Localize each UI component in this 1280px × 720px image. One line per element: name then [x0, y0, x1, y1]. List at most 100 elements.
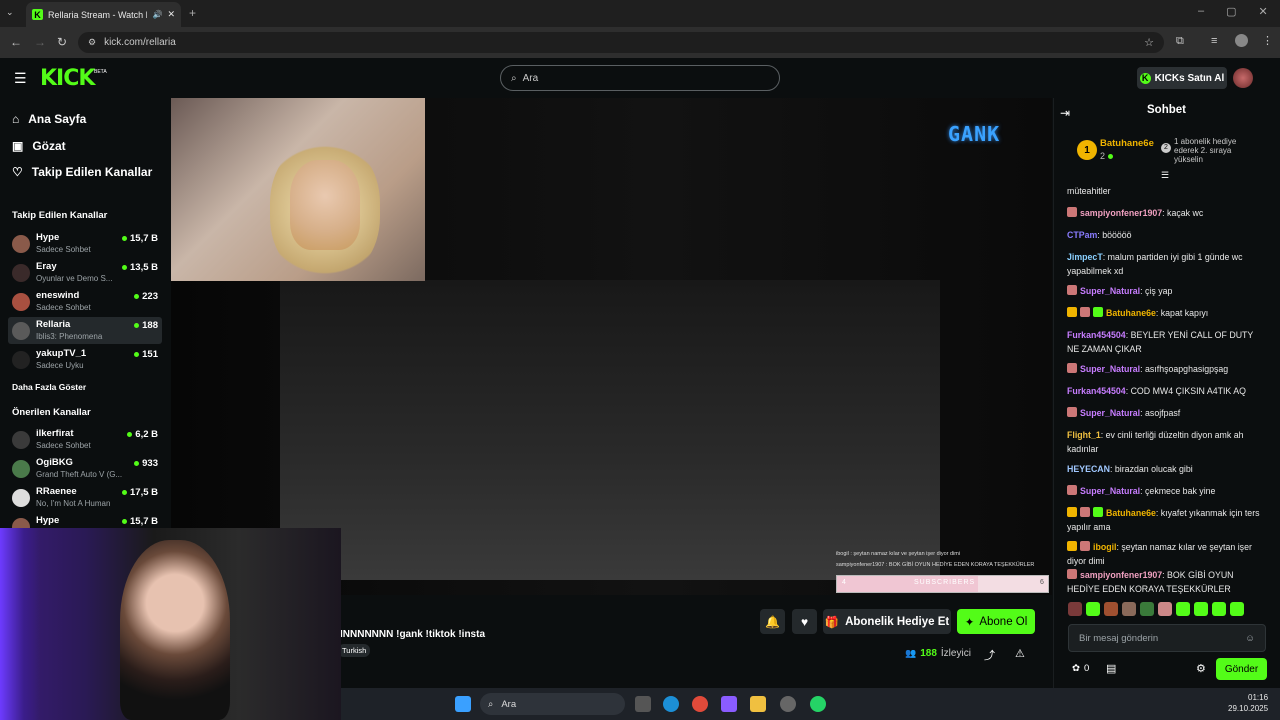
- edge-icon[interactable]: [663, 696, 679, 712]
- tab-close-icon[interactable]: ✕: [167, 9, 175, 20]
- user-badge-icon: [1093, 307, 1103, 317]
- gift-subscription-button[interactable]: 🎁 Abonelik Hediye Et: [823, 609, 951, 634]
- obs-icon[interactable]: [780, 696, 796, 712]
- viewer-count: 151: [142, 349, 158, 360]
- report-icon[interactable]: ⚠: [1015, 647, 1025, 660]
- maximize-icon[interactable]: ▢: [1226, 5, 1236, 18]
- emote-icon[interactable]: [1176, 602, 1190, 616]
- chat-username[interactable]: Super_Natural: [1080, 486, 1140, 496]
- emote-icon[interactable]: [1140, 602, 1154, 616]
- emote-icon[interactable]: [1212, 602, 1226, 616]
- user-avatar[interactable]: [1233, 68, 1253, 88]
- buy-kicks-button[interactable]: K KICKs Satın Al: [1137, 67, 1227, 89]
- kicks-balance[interactable]: ✿ 0: [1072, 663, 1089, 674]
- viewer-count: 933: [142, 458, 158, 469]
- channel-row[interactable]: Eray Oyunlar ve Demo S... 13,5 B: [8, 259, 162, 286]
- subscribe-button[interactable]: ✦ Abone Ol: [957, 609, 1035, 634]
- notification-bell-button[interactable]: 🔔: [760, 609, 785, 634]
- kick-favicon-icon: K: [32, 9, 43, 20]
- site-info-icon[interactable]: ⚙: [88, 37, 96, 48]
- chrome-icon[interactable]: [692, 696, 708, 712]
- profile-avatar[interactable]: [1235, 34, 1248, 47]
- nav-browse[interactable]: ▣ Gözat: [12, 139, 66, 153]
- browser-menu-icon[interactable]: ⋮: [1262, 34, 1273, 47]
- task-view-icon[interactable]: [635, 696, 651, 712]
- chat-text: kapat kapıyı: [1160, 308, 1209, 318]
- windows-start-icon[interactable]: [455, 696, 471, 712]
- chat-input[interactable]: Bir mesaj gönderin ☺: [1068, 624, 1266, 652]
- chat-username[interactable]: CTPam: [1067, 230, 1097, 240]
- chat-message: CTPam: bööööö: [1067, 228, 1265, 242]
- channel-row[interactable]: RRaenee No, I'm Not A Human 17,5 B: [8, 484, 162, 511]
- send-button[interactable]: Gönder: [1216, 658, 1267, 680]
- leader-hint: 1 abonelik hediye ederek 2. sıraya yükse…: [1174, 137, 1237, 164]
- chat-username[interactable]: Super_Natural: [1080, 364, 1140, 374]
- channel-row[interactable]: Hype Sadece Sohbet 15,7 B: [8, 230, 162, 257]
- kick-logo[interactable]: KICK: [40, 66, 95, 91]
- chat-settings-icon[interactable]: ⚙: [1196, 662, 1206, 675]
- emote-icon[interactable]: [1068, 602, 1082, 616]
- bookmark-star-icon[interactable]: ☆: [1144, 36, 1154, 49]
- reading-list-icon[interactable]: ≡: [1211, 35, 1217, 47]
- url-field[interactable]: ⚙ kick.com/rellaria ☆: [78, 32, 1164, 53]
- share-icon[interactable]: ⤴: [984, 647, 995, 663]
- nav-following[interactable]: ♡ Takip Edilen Kanallar: [12, 165, 152, 179]
- file-explorer-icon[interactable]: [750, 696, 766, 712]
- system-clock[interactable]: 01:16 29.10.2025: [1228, 692, 1268, 714]
- tab-list-icon[interactable]: ⌄: [6, 7, 14, 18]
- minimize-icon[interactable]: –: [1198, 5, 1204, 18]
- back-icon[interactable]: ←: [10, 35, 22, 49]
- emote-icon[interactable]: [1194, 602, 1208, 616]
- language-tag[interactable]: Turkish: [338, 644, 371, 657]
- chat-username[interactable]: Batuhane6e: [1106, 308, 1156, 318]
- show-more-link[interactable]: Daha Fazla Göster: [12, 382, 86, 392]
- channel-row[interactable]: yakupTV_1 Sadece Uyku 151: [8, 346, 162, 373]
- nav-home[interactable]: ⌂ Ana Sayfa: [12, 112, 86, 126]
- chat-text: müteahitler: [1067, 186, 1111, 196]
- channel-row[interactable]: ilkerfirat Sadece Sohbet 6,2 B: [8, 426, 162, 453]
- channel-row-active[interactable]: Rellaria Iblis3: Phenomena 188: [8, 317, 162, 344]
- whatsapp-icon[interactable]: [810, 696, 826, 712]
- taskbar-search[interactable]: ⌕ Ara: [480, 693, 625, 715]
- chat-username[interactable]: Batuhane6e: [1106, 508, 1156, 518]
- chat-username[interactable]: sampiyonfener1907: [1080, 570, 1162, 580]
- search-input[interactable]: ⌕ Ara: [500, 65, 780, 91]
- url-text: kick.com/rellaria: [104, 37, 176, 48]
- extensions-icon[interactable]: ⧉: [1176, 35, 1184, 48]
- forward-icon[interactable]: →: [34, 35, 46, 49]
- audio-icon[interactable]: 🔊: [152, 10, 162, 19]
- close-window-icon[interactable]: ✕: [1259, 5, 1268, 18]
- chat-messages: müteahitler sampiyonfener1907: kaçak wc CT…: [1060, 176, 1265, 594]
- kicks-count: 0: [1083, 663, 1090, 674]
- new-tab-icon[interactable]: +: [189, 6, 196, 20]
- channel-row[interactable]: OgiBKG Grand Theft Auto V (G... 933: [8, 455, 162, 482]
- channel-name: Rellaria: [36, 319, 71, 330]
- chat-username[interactable]: Furkan454504: [1067, 386, 1126, 396]
- emote-icon[interactable]: [1158, 602, 1172, 616]
- emote-icon[interactable]: [1086, 602, 1100, 616]
- channel-name: Hype: [36, 515, 60, 526]
- emote-icon[interactable]: [1104, 602, 1118, 616]
- emoji-icon[interactable]: ☺: [1245, 633, 1255, 644]
- chat-username[interactable]: Furkan454504: [1067, 330, 1126, 340]
- reload-icon[interactable]: ↻: [57, 35, 67, 49]
- emote-icon[interactable]: [1122, 602, 1136, 616]
- chat-username[interactable]: Super_Natural: [1080, 408, 1140, 418]
- hamburger-menu-icon[interactable]: ☰: [14, 70, 27, 87]
- store-icon[interactable]: ▤: [1106, 662, 1116, 675]
- browser-tab[interactable]: K Rellaria Stream - Watch Live 🔊 ✕: [26, 2, 181, 27]
- chat-username[interactable]: ibogil: [1093, 542, 1116, 552]
- chat-username[interactable]: JimpecT: [1067, 252, 1103, 262]
- live-dot-icon: [134, 461, 140, 466]
- emote-icon[interactable]: [1230, 602, 1244, 616]
- chat-text: COD MW4 ÇIKSIN A4TIK AQ: [1130, 386, 1246, 396]
- chat-message: sampiyonfener1907: kaçak wc: [1067, 206, 1265, 220]
- chat-username[interactable]: HEYECAN: [1067, 464, 1110, 474]
- follow-heart-button[interactable]: ♥: [792, 609, 817, 634]
- channel-row[interactable]: eneswind Sadece Sohbet 223: [8, 288, 162, 315]
- chat-username[interactable]: Flight_1: [1067, 430, 1101, 440]
- copilot-icon[interactable]: [721, 696, 737, 712]
- chat-username[interactable]: sampiyonfener1907: [1080, 208, 1162, 218]
- chat-username[interactable]: Super_Natural: [1080, 286, 1140, 296]
- people-icon: 👥: [905, 648, 917, 658]
